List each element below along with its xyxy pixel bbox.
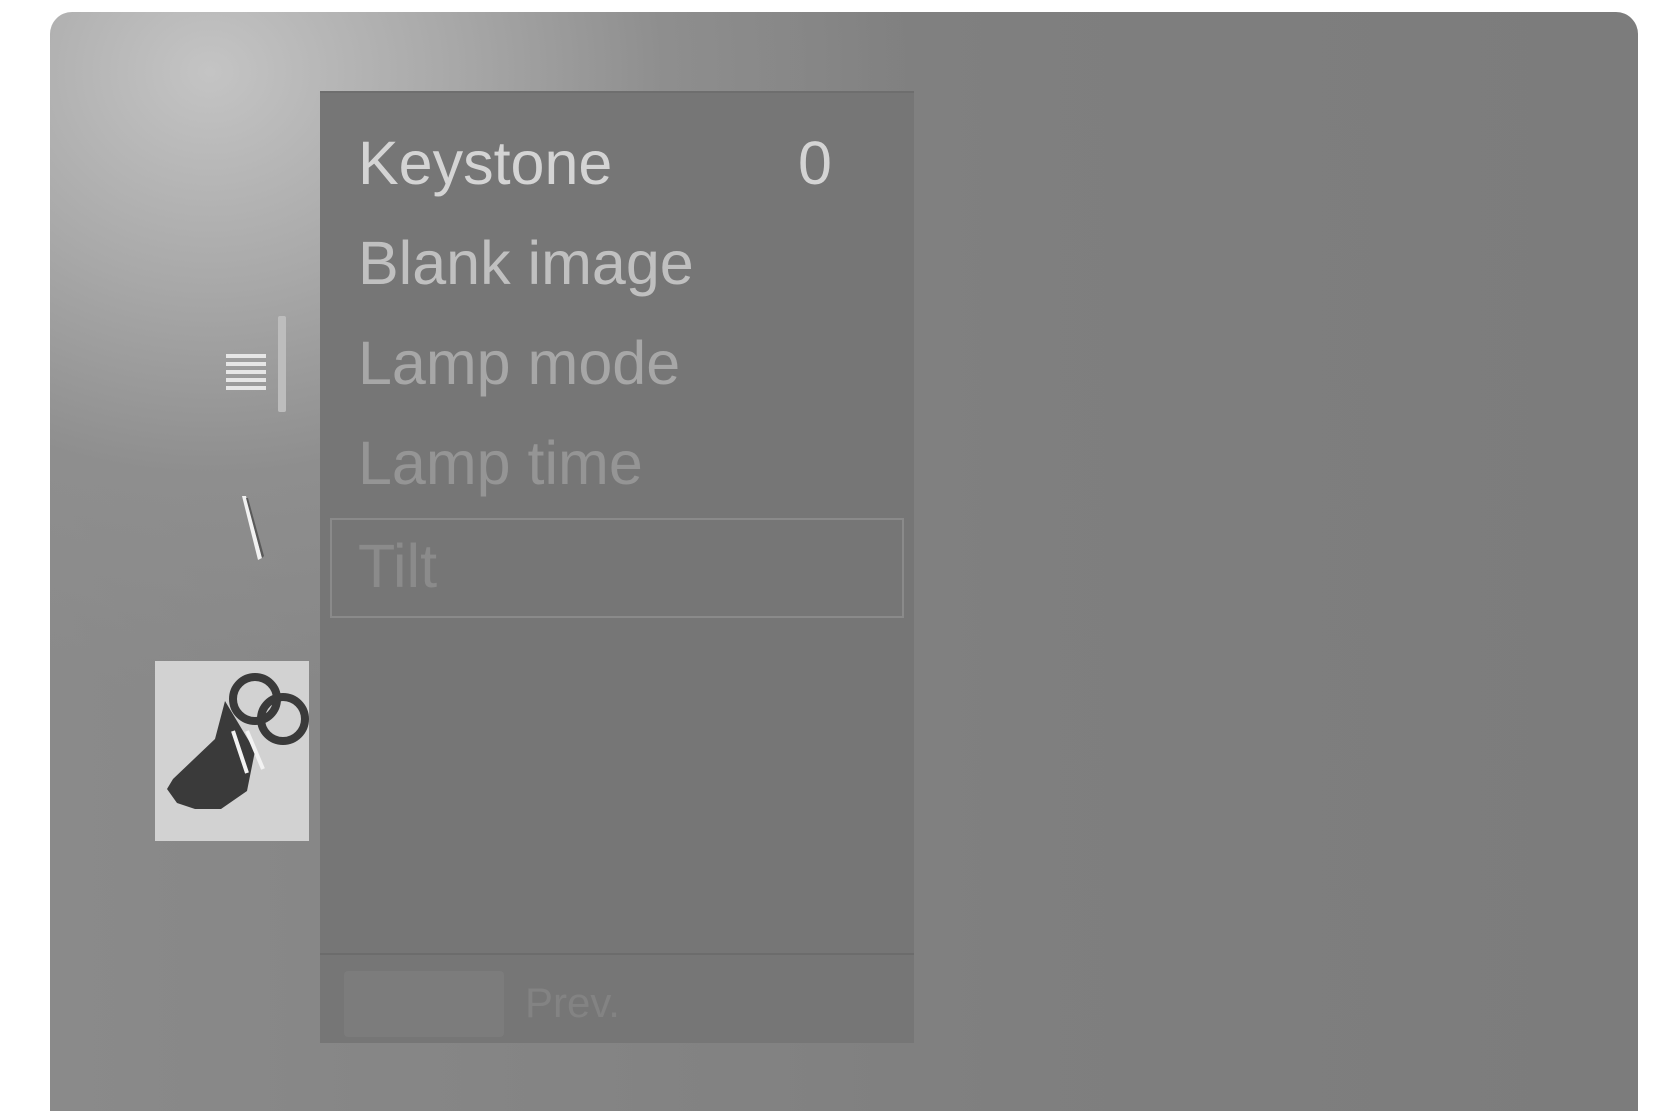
menu-item-label: Lamp mode [358, 329, 681, 397]
menu-item-lamp-mode[interactable]: Lamp mode [358, 323, 898, 403]
prev-label: Prev. [525, 979, 620, 1026]
menu-item-keystone[interactable]: Keystone 0 [358, 123, 898, 203]
settings-menu-panel: Keystone 0 Blank image Lamp mode Lamp ti… [320, 91, 914, 1043]
menu-item-blank-image[interactable]: Blank image [358, 223, 898, 303]
menu-item-label: Blank image [358, 229, 694, 297]
menu-item-value: 0 [798, 129, 832, 197]
footer-divider [320, 953, 914, 955]
projector-tab[interactable] [155, 661, 309, 841]
menu-item-tilt[interactable]: Tilt [330, 518, 904, 618]
list-icon[interactable] [224, 352, 268, 392]
menu-item-lamp-time[interactable]: Lamp time [358, 423, 898, 503]
menu-item-label: Lamp time [358, 429, 643, 497]
tool-icon[interactable] [238, 492, 278, 572]
menu-item-label: Keystone [358, 129, 613, 197]
projector-osd-screen: Keystone 0 Blank image Lamp mode Lamp ti… [50, 12, 1638, 1111]
prev-button[interactable] [344, 971, 504, 1037]
menu-item-label: Tilt [358, 532, 438, 600]
projector-icon [167, 673, 309, 809]
tab-indicator [278, 316, 286, 412]
